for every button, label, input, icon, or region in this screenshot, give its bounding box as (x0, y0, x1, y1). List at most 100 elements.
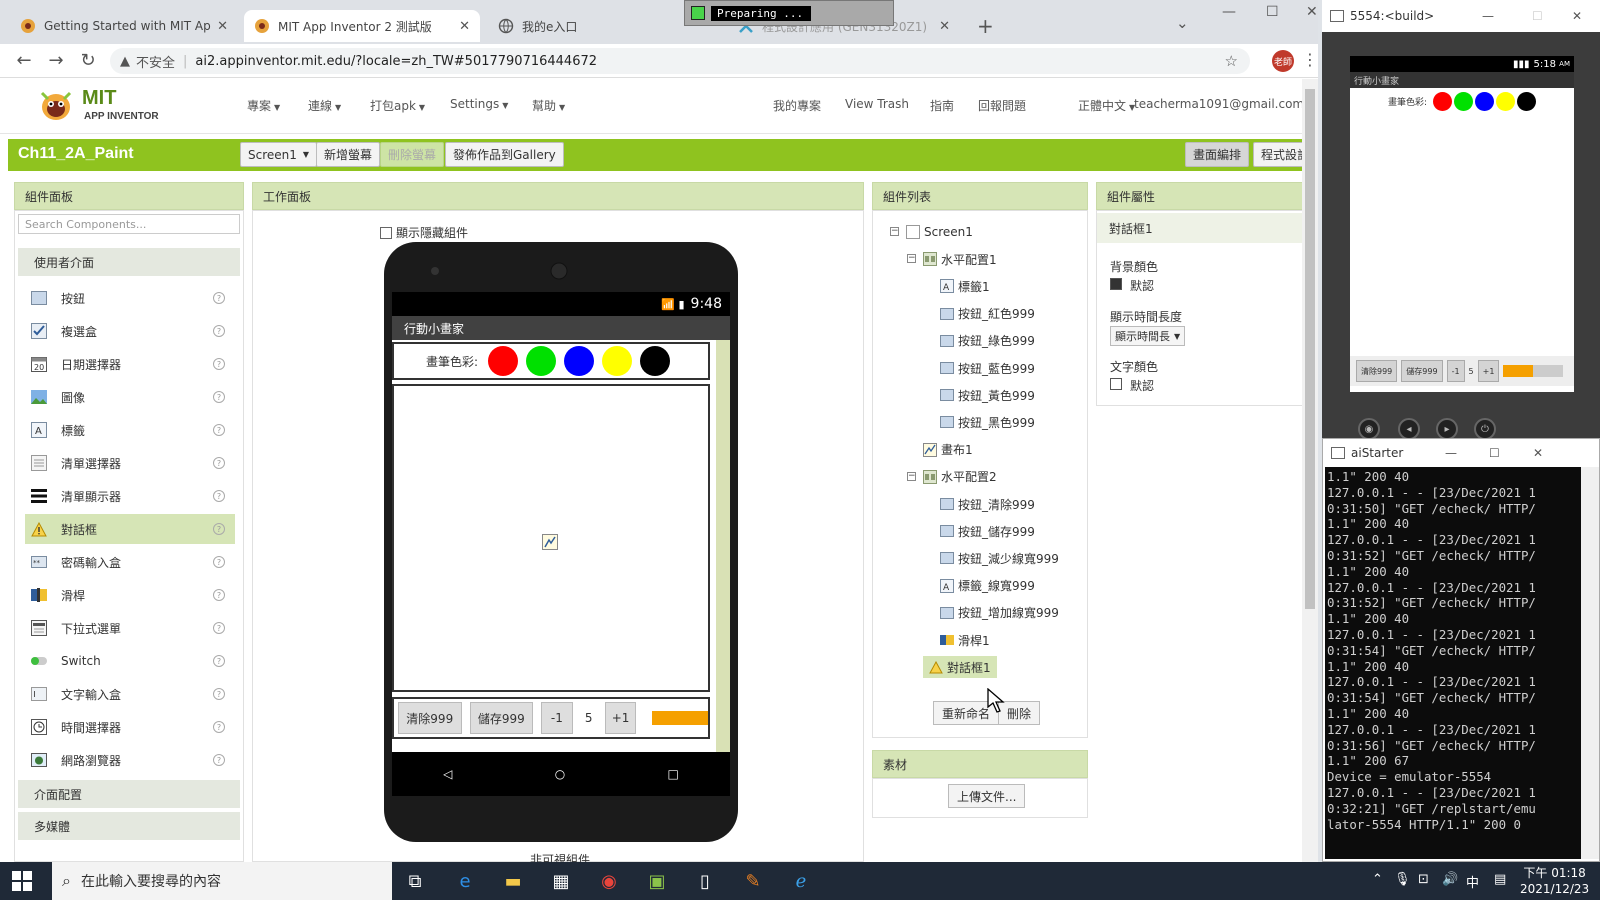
duration-select[interactable]: 顯示時間長 ▼ (1110, 326, 1186, 346)
tree-item[interactable]: 對話框1 (923, 656, 997, 679)
menu-connect[interactable]: 連線 ▼ (308, 97, 341, 114)
menu-account[interactable]: teacherma1091@gmail.com▼ (1134, 97, 1313, 111)
help-icon[interactable]: ? (213, 457, 225, 469)
decrease-width-button[interactable]: -1 (541, 702, 573, 734)
profile-avatar[interactable]: 老師 (1272, 50, 1294, 72)
tree-item[interactable]: A 標籤1 (940, 275, 990, 297)
maximize-button[interactable]: ☐ (1532, 9, 1543, 23)
help-icon[interactable]: ? (213, 754, 225, 766)
tree-collapse-toggle[interactable]: − (890, 227, 899, 236)
help-icon[interactable]: ? (213, 358, 225, 370)
color-button-blue[interactable] (564, 346, 595, 376)
camera-control-icon[interactable]: ◉ (1358, 418, 1380, 440)
help-icon[interactable]: ? (213, 292, 225, 304)
close-tab-icon[interactable]: ✕ (217, 19, 228, 34)
edge-browser-icon[interactable]: e (452, 868, 478, 894)
palette-item-webviewer[interactable]: 網路瀏覽器? (25, 745, 235, 775)
maximize-button[interactable]: ☐ (1266, 4, 1279, 20)
tree-collapse-toggle[interactable]: − (907, 471, 916, 481)
horizontal-arrangement-2[interactable]: 清除999 儲存999 -1 5 +1 (392, 697, 710, 739)
close-window-button[interactable]: ✕ (1533, 446, 1543, 460)
remove-screen-button[interactable]: 刪除螢幕 (380, 142, 445, 167)
tree-item[interactable]: 按鈕_紅色999 (940, 303, 1035, 325)
page-scrollbar[interactable] (1302, 79, 1318, 862)
file-explorer-icon[interactable]: ▬ (500, 868, 526, 894)
screen-select-dropdown[interactable]: Screen1 ▼ (240, 142, 318, 167)
tab-app-inventor[interactable]: MIT App Inventor 2 測試版 ✕ (244, 10, 480, 42)
checkbox-box[interactable] (380, 226, 392, 239)
palette-item-textbox[interactable]: 文字輸入盒? (25, 679, 235, 709)
document-icon[interactable]: ▯ (692, 868, 718, 894)
tree-item[interactable]: 按鈕_減少線寬999 (940, 547, 1059, 569)
palette-item-datepicker[interactable]: 20 日期選擇器? (25, 349, 235, 379)
help-icon[interactable]: ? (213, 556, 225, 568)
ime-indicator[interactable]: 中 (1466, 872, 1479, 891)
paint-app-icon[interactable]: ✎ (740, 868, 766, 894)
palette-item-spinner[interactable]: 下拉式選單? (25, 613, 235, 643)
tree-item[interactable]: A 標籤_線寬999 (940, 575, 1035, 597)
color-button-green[interactable] (526, 346, 557, 376)
palette-item-image[interactable]: 圖像? (25, 382, 235, 412)
emulator-minus-button[interactable]: -1 (1446, 360, 1465, 382)
url-text[interactable]: ai2.appinventor.mit.edu/?locale=zh_TW#50… (195, 54, 597, 69)
home-circle-icon[interactable]: ○ (555, 767, 565, 781)
tab-getting-started[interactable]: Getting Started with MIT App ✕ (10, 10, 238, 42)
canvas-1[interactable] (392, 384, 710, 692)
network-icon[interactable]: ⊡ (1418, 872, 1429, 887)
emulator-yellow-button[interactable] (1496, 91, 1516, 111)
color-button-red[interactable] (488, 346, 519, 376)
menu-build[interactable]: 打包apk ▼ (370, 97, 425, 114)
link-my-projects[interactable]: 我的專案 (773, 97, 821, 114)
tray-expand-icon[interactable]: ⌃ (1372, 872, 1383, 887)
close-tab-icon[interactable]: ✕ (939, 19, 950, 34)
palette-item-notifier[interactable]: 對話框? (25, 514, 235, 544)
close-window-button[interactable]: ✕ (1306, 4, 1318, 20)
emulator-slider[interactable] (1503, 365, 1564, 377)
tree-item[interactable]: 按鈕_藍色999 (940, 357, 1035, 379)
app-inventor-logo[interactable]: MIT APP INVENTOR (36, 85, 196, 125)
minimize-button[interactable]: — (1222, 4, 1236, 20)
emulator-black-button[interactable] (1517, 91, 1537, 111)
tree-item[interactable]: 水平配置2 (923, 466, 997, 488)
menu-help[interactable]: 幫助 ▼ (532, 97, 565, 114)
help-icon[interactable]: ? (213, 424, 225, 436)
publish-gallery-button[interactable]: 發佈作品到Gallery (445, 142, 564, 167)
help-icon[interactable]: ? (213, 688, 225, 700)
scrollbar-thumb[interactable] (1305, 89, 1315, 609)
tree-item[interactable]: 按鈕_增加線寬999 (940, 602, 1059, 624)
tree-collapse-toggle[interactable]: − (907, 254, 916, 264)
taskbar-clock[interactable]: 下午 01:18 2021/12/23 (1520, 865, 1589, 897)
color-button-yellow[interactable] (602, 346, 633, 376)
help-icon[interactable]: ? (213, 490, 225, 502)
tab-search-icon[interactable]: ⌄ (1176, 14, 1189, 32)
text-color-value[interactable]: 默認 (1130, 377, 1154, 394)
tree-item[interactable]: 按鈕_黃色999 (940, 384, 1035, 406)
palette-item-listview[interactable]: 清單顯示器? (25, 481, 235, 511)
slider-1[interactable] (652, 711, 708, 725)
palette-category-media[interactable]: 多媒體 (18, 812, 240, 840)
bookmark-star-icon[interactable]: ☆ (1225, 52, 1238, 70)
emulator-plus-button[interactable]: +1 (1477, 360, 1500, 382)
menu-settings[interactable]: Settings ▼ (450, 97, 508, 111)
link-view-trash[interactable]: View Trash (845, 97, 909, 111)
emulator-save-button[interactable]: 儲存999 (1401, 360, 1443, 382)
microphone-icon[interactable]: 🎙 (1394, 872, 1411, 887)
help-icon[interactable]: ? (213, 721, 225, 733)
save-button[interactable]: 儲存999 (469, 702, 534, 734)
maximize-button[interactable]: ☐ (1489, 446, 1500, 460)
reload-icon[interactable]: ↻ (72, 50, 104, 71)
palette-search-input[interactable]: Search Components... (18, 214, 240, 234)
help-icon[interactable]: ? (213, 523, 225, 535)
windows-start-icon[interactable] (12, 871, 32, 891)
palette-item-switch[interactable]: Switch? (25, 646, 235, 676)
add-screen-button[interactable]: 新增螢幕 (316, 142, 381, 167)
link-report-issue[interactable]: 回報問題 (978, 97, 1026, 114)
android-emulator-icon[interactable]: ▣ (644, 868, 670, 894)
text-color-swatch[interactable] (1110, 378, 1122, 390)
help-icon[interactable]: ? (213, 589, 225, 601)
help-icon[interactable]: ? (213, 325, 225, 337)
tree-item[interactable]: 按鈕_清除999 (940, 493, 1035, 515)
show-hidden-checkbox[interactable]: 顯示隱藏組件 (380, 224, 468, 241)
back-arrow-icon[interactable]: ← (8, 50, 40, 71)
clear-button[interactable]: 清除999 (398, 702, 462, 734)
